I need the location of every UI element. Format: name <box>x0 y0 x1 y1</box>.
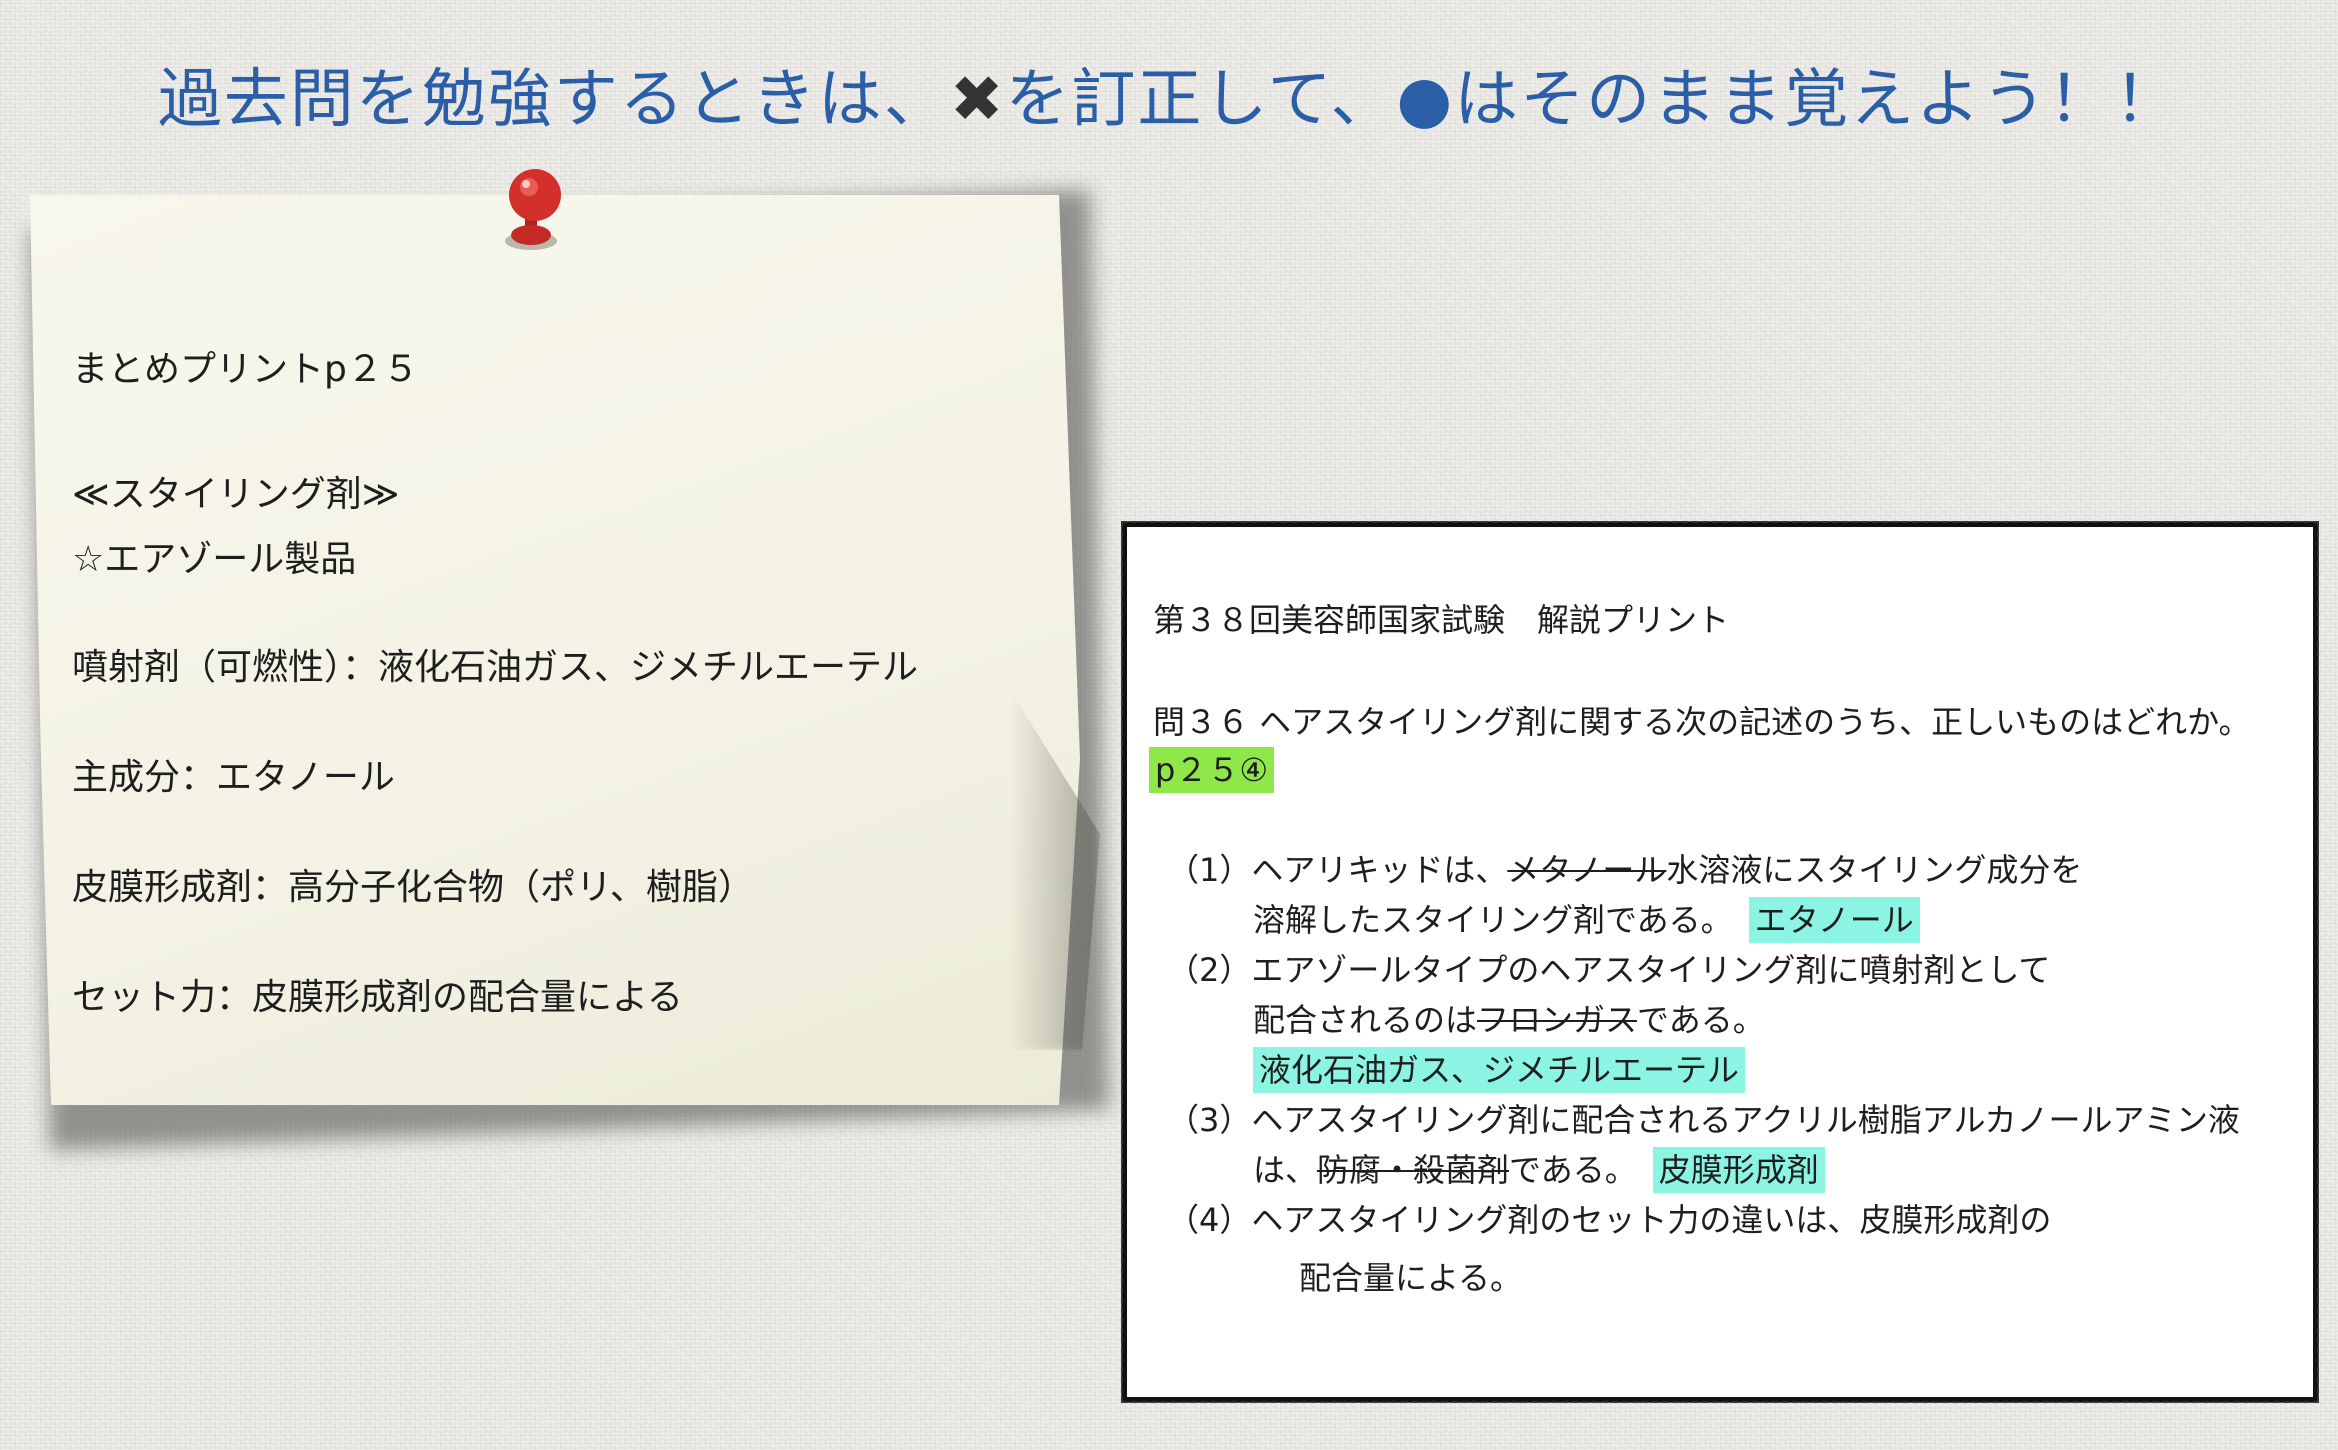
item-4-line1: （4）ヘアスタイリング剤のセット力の違いは、皮膜形成剤の <box>1167 1201 2052 1239</box>
correction-highlight: 皮膜形成剤 <box>1652 1147 1825 1193</box>
circle-mark-icon: ● <box>1396 63 1455 137</box>
reference-label: p２５④ <box>1149 745 1275 793</box>
item-2-line2: 配合されるのはフロンガスである。 <box>1253 1001 1765 1039</box>
item-3-line2: は、防腐・殺菌剤である。 皮膜形成剤 <box>1253 1145 1825 1193</box>
explanation-heading: 第３８回美容師国家試験 解説プリント <box>1153 601 1730 639</box>
pushpin-icon <box>505 169 561 250</box>
cross-mark-icon: ✖ <box>949 63 1006 137</box>
note-product: ☆エアゾール製品 <box>72 539 357 580</box>
title-part3: はそのまま覚えよう！！ <box>1454 63 2181 137</box>
question-text: 問３６ ヘアスタイリング剤に関する次の記述のうち、正しいものはどれか。 <box>1153 703 2251 741</box>
item-2-line1: （2）エアゾールタイプのヘアスタイリング剤に噴射剤として <box>1167 951 2051 989</box>
explanation-box: 第３８回美容師国家試験 解説プリント 問３６ ヘアスタイリング剤に関する次の記述… <box>1121 521 2319 1403</box>
item-1-line2: 溶解したスタイリング剤である。 エタノール <box>1253 895 1920 943</box>
note-propellant: 噴射剤（可燃性）：液化石油ガス、ジメチルエーテル <box>72 647 919 688</box>
note-heading: まとめプリントp２５ <box>72 349 419 390</box>
correction-highlight: エタノール <box>1748 897 1920 943</box>
title-part2: を訂正して、 <box>1005 63 1397 137</box>
item-1-line1: （1）ヘアリキッドは、メタノール水溶液にスタイリング成分を <box>1167 851 2083 889</box>
correction-highlight: 液化石油ガス、ジメチルエーテル <box>1253 1047 1746 1093</box>
item-3-line1: （3）ヘアスタイリング剤に配合されるアクリル樹脂アルカノールアミン液 <box>1167 1101 2240 1139</box>
struck-text: フロンガス <box>1477 1001 1638 1039</box>
page-title: 過去問を勉強するときは、✖を訂正して、●はそのまま覚えよう！！ <box>0 48 2338 140</box>
struck-text: 防腐・殺菌剤 <box>1317 1151 1510 1189</box>
title-part1: 過去問を勉強するときは、 <box>157 63 950 137</box>
note-film-former: 皮膜形成剤：高分子化合物（ポリ、樹脂） <box>72 867 754 908</box>
note-main-ingredient: 主成分：エタノール <box>72 757 395 798</box>
note-category: ≪スタイリング剤≫ <box>72 474 400 515</box>
struck-text: メタノール <box>1507 851 1667 889</box>
note-set-power: セット力：皮膜形成剤の配合量による <box>72 977 683 1018</box>
item-2-correction: 液化石油ガス、ジメチルエーテル <box>1253 1045 1746 1093</box>
item-4-line2: 配合量による。 <box>1299 1259 1523 1297</box>
